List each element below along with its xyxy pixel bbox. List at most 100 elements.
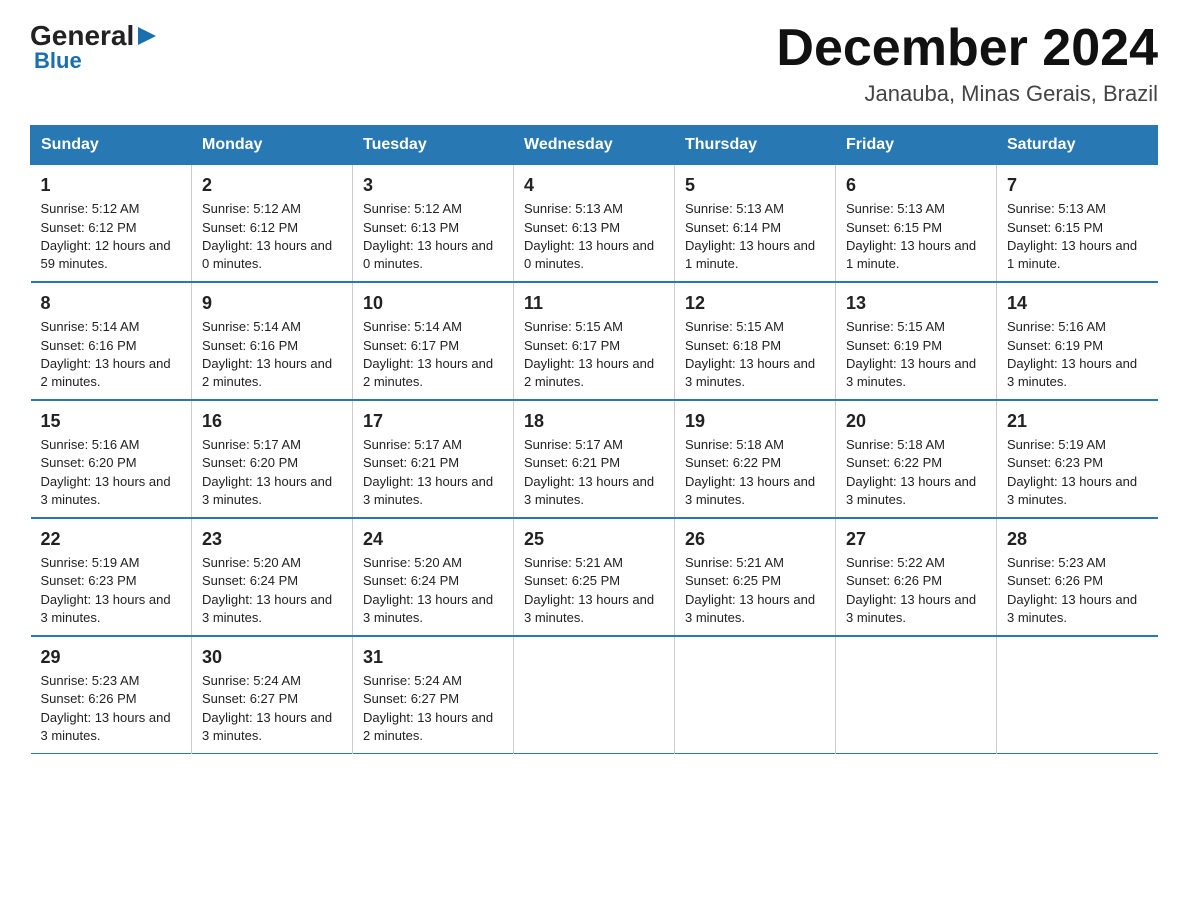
day-detail: Sunrise: 5:18 AMSunset: 6:22 PMDaylight:… (846, 436, 986, 509)
calendar-cell: 10Sunrise: 5:14 AMSunset: 6:17 PMDayligh… (353, 282, 514, 400)
calendar-week-row: 8Sunrise: 5:14 AMSunset: 6:16 PMDaylight… (31, 282, 1158, 400)
day-number: 4 (524, 173, 664, 198)
calendar-cell: 28Sunrise: 5:23 AMSunset: 6:26 PMDayligh… (997, 518, 1158, 636)
calendar-cell: 26Sunrise: 5:21 AMSunset: 6:25 PMDayligh… (675, 518, 836, 636)
calendar-cell: 7Sunrise: 5:13 AMSunset: 6:15 PMDaylight… (997, 165, 1158, 282)
day-detail: Sunrise: 5:24 AMSunset: 6:27 PMDaylight:… (363, 672, 503, 745)
day-number: 29 (41, 645, 182, 670)
calendar-cell: 13Sunrise: 5:15 AMSunset: 6:19 PMDayligh… (836, 282, 997, 400)
calendar-table: SundayMondayTuesdayWednesdayThursdayFrid… (30, 125, 1158, 754)
calendar-cell: 18Sunrise: 5:17 AMSunset: 6:21 PMDayligh… (514, 400, 675, 518)
day-number: 23 (202, 527, 342, 552)
day-number: 16 (202, 409, 342, 434)
day-detail: Sunrise: 5:17 AMSunset: 6:21 PMDaylight:… (363, 436, 503, 509)
day-number: 21 (1007, 409, 1148, 434)
day-detail: Sunrise: 5:24 AMSunset: 6:27 PMDaylight:… (202, 672, 342, 745)
day-number: 17 (363, 409, 503, 434)
calendar-cell: 20Sunrise: 5:18 AMSunset: 6:22 PMDayligh… (836, 400, 997, 518)
calendar-week-row: 15Sunrise: 5:16 AMSunset: 6:20 PMDayligh… (31, 400, 1158, 518)
day-number: 6 (846, 173, 986, 198)
day-number: 22 (41, 527, 182, 552)
calendar-cell: 16Sunrise: 5:17 AMSunset: 6:20 PMDayligh… (192, 400, 353, 518)
calendar-cell: 27Sunrise: 5:22 AMSunset: 6:26 PMDayligh… (836, 518, 997, 636)
calendar-cell: 17Sunrise: 5:17 AMSunset: 6:21 PMDayligh… (353, 400, 514, 518)
day-number: 24 (363, 527, 503, 552)
day-number: 2 (202, 173, 342, 198)
day-number: 19 (685, 409, 825, 434)
header-wednesday: Wednesday (514, 126, 675, 165)
day-detail: Sunrise: 5:16 AMSunset: 6:20 PMDaylight:… (41, 436, 182, 509)
calendar-cell: 22Sunrise: 5:19 AMSunset: 6:23 PMDayligh… (31, 518, 192, 636)
calendar-cell: 31Sunrise: 5:24 AMSunset: 6:27 PMDayligh… (353, 636, 514, 753)
calendar-cell: 25Sunrise: 5:21 AMSunset: 6:25 PMDayligh… (514, 518, 675, 636)
day-number: 7 (1007, 173, 1148, 198)
day-number: 14 (1007, 291, 1148, 316)
month-title: December 2024 (776, 20, 1158, 77)
day-number: 1 (41, 173, 182, 198)
calendar-cell (514, 636, 675, 753)
day-detail: Sunrise: 5:23 AMSunset: 6:26 PMDaylight:… (1007, 554, 1148, 627)
day-detail: Sunrise: 5:21 AMSunset: 6:25 PMDaylight:… (524, 554, 664, 627)
day-number: 12 (685, 291, 825, 316)
day-detail: Sunrise: 5:17 AMSunset: 6:21 PMDaylight:… (524, 436, 664, 509)
day-number: 26 (685, 527, 825, 552)
day-detail: Sunrise: 5:20 AMSunset: 6:24 PMDaylight:… (363, 554, 503, 627)
day-detail: Sunrise: 5:14 AMSunset: 6:17 PMDaylight:… (363, 318, 503, 391)
calendar-cell: 23Sunrise: 5:20 AMSunset: 6:24 PMDayligh… (192, 518, 353, 636)
calendar-cell: 21Sunrise: 5:19 AMSunset: 6:23 PMDayligh… (997, 400, 1158, 518)
day-number: 15 (41, 409, 182, 434)
day-number: 30 (202, 645, 342, 670)
day-number: 8 (41, 291, 182, 316)
calendar-cell: 11Sunrise: 5:15 AMSunset: 6:17 PMDayligh… (514, 282, 675, 400)
day-detail: Sunrise: 5:23 AMSunset: 6:26 PMDaylight:… (41, 672, 182, 745)
day-number: 9 (202, 291, 342, 316)
day-detail: Sunrise: 5:12 AMSunset: 6:12 PMDaylight:… (202, 200, 342, 273)
day-detail: Sunrise: 5:16 AMSunset: 6:19 PMDaylight:… (1007, 318, 1148, 391)
day-number: 11 (524, 291, 664, 316)
calendar-cell: 30Sunrise: 5:24 AMSunset: 6:27 PMDayligh… (192, 636, 353, 753)
calendar-cell: 24Sunrise: 5:20 AMSunset: 6:24 PMDayligh… (353, 518, 514, 636)
logo: General Blue (30, 20, 158, 74)
calendar-cell: 5Sunrise: 5:13 AMSunset: 6:14 PMDaylight… (675, 165, 836, 282)
calendar-cell: 9Sunrise: 5:14 AMSunset: 6:16 PMDaylight… (192, 282, 353, 400)
calendar-cell: 29Sunrise: 5:23 AMSunset: 6:26 PMDayligh… (31, 636, 192, 753)
header-friday: Friday (836, 126, 997, 165)
header-thursday: Thursday (675, 126, 836, 165)
day-number: 18 (524, 409, 664, 434)
header-tuesday: Tuesday (353, 126, 514, 165)
day-detail: Sunrise: 5:17 AMSunset: 6:20 PMDaylight:… (202, 436, 342, 509)
day-number: 27 (846, 527, 986, 552)
day-number: 31 (363, 645, 503, 670)
day-detail: Sunrise: 5:15 AMSunset: 6:19 PMDaylight:… (846, 318, 986, 391)
day-detail: Sunrise: 5:15 AMSunset: 6:18 PMDaylight:… (685, 318, 825, 391)
day-detail: Sunrise: 5:19 AMSunset: 6:23 PMDaylight:… (41, 554, 182, 627)
day-detail: Sunrise: 5:20 AMSunset: 6:24 PMDaylight:… (202, 554, 342, 627)
day-number: 25 (524, 527, 664, 552)
page-header: General Blue December 2024 Janauba, Mina… (30, 20, 1158, 107)
calendar-cell: 15Sunrise: 5:16 AMSunset: 6:20 PMDayligh… (31, 400, 192, 518)
day-detail: Sunrise: 5:12 AMSunset: 6:13 PMDaylight:… (363, 200, 503, 273)
day-number: 10 (363, 291, 503, 316)
day-number: 5 (685, 173, 825, 198)
calendar-cell: 8Sunrise: 5:14 AMSunset: 6:16 PMDaylight… (31, 282, 192, 400)
calendar-week-row: 1Sunrise: 5:12 AMSunset: 6:12 PMDaylight… (31, 165, 1158, 282)
day-detail: Sunrise: 5:13 AMSunset: 6:15 PMDaylight:… (846, 200, 986, 273)
calendar-cell (675, 636, 836, 753)
day-detail: Sunrise: 5:18 AMSunset: 6:22 PMDaylight:… (685, 436, 825, 509)
day-number: 28 (1007, 527, 1148, 552)
day-detail: Sunrise: 5:12 AMSunset: 6:12 PMDaylight:… (41, 200, 182, 273)
header-sunday: Sunday (31, 126, 192, 165)
calendar-week-row: 22Sunrise: 5:19 AMSunset: 6:23 PMDayligh… (31, 518, 1158, 636)
calendar-cell: 4Sunrise: 5:13 AMSunset: 6:13 PMDaylight… (514, 165, 675, 282)
day-number: 20 (846, 409, 986, 434)
day-detail: Sunrise: 5:14 AMSunset: 6:16 PMDaylight:… (41, 318, 182, 391)
calendar-cell (997, 636, 1158, 753)
calendar-cell: 19Sunrise: 5:18 AMSunset: 6:22 PMDayligh… (675, 400, 836, 518)
day-number: 13 (846, 291, 986, 316)
calendar-cell: 1Sunrise: 5:12 AMSunset: 6:12 PMDaylight… (31, 165, 192, 282)
calendar-cell: 2Sunrise: 5:12 AMSunset: 6:12 PMDaylight… (192, 165, 353, 282)
calendar-cell (836, 636, 997, 753)
logo-triangle-icon (136, 25, 158, 47)
calendar-cell: 12Sunrise: 5:15 AMSunset: 6:18 PMDayligh… (675, 282, 836, 400)
calendar-cell: 6Sunrise: 5:13 AMSunset: 6:15 PMDaylight… (836, 165, 997, 282)
